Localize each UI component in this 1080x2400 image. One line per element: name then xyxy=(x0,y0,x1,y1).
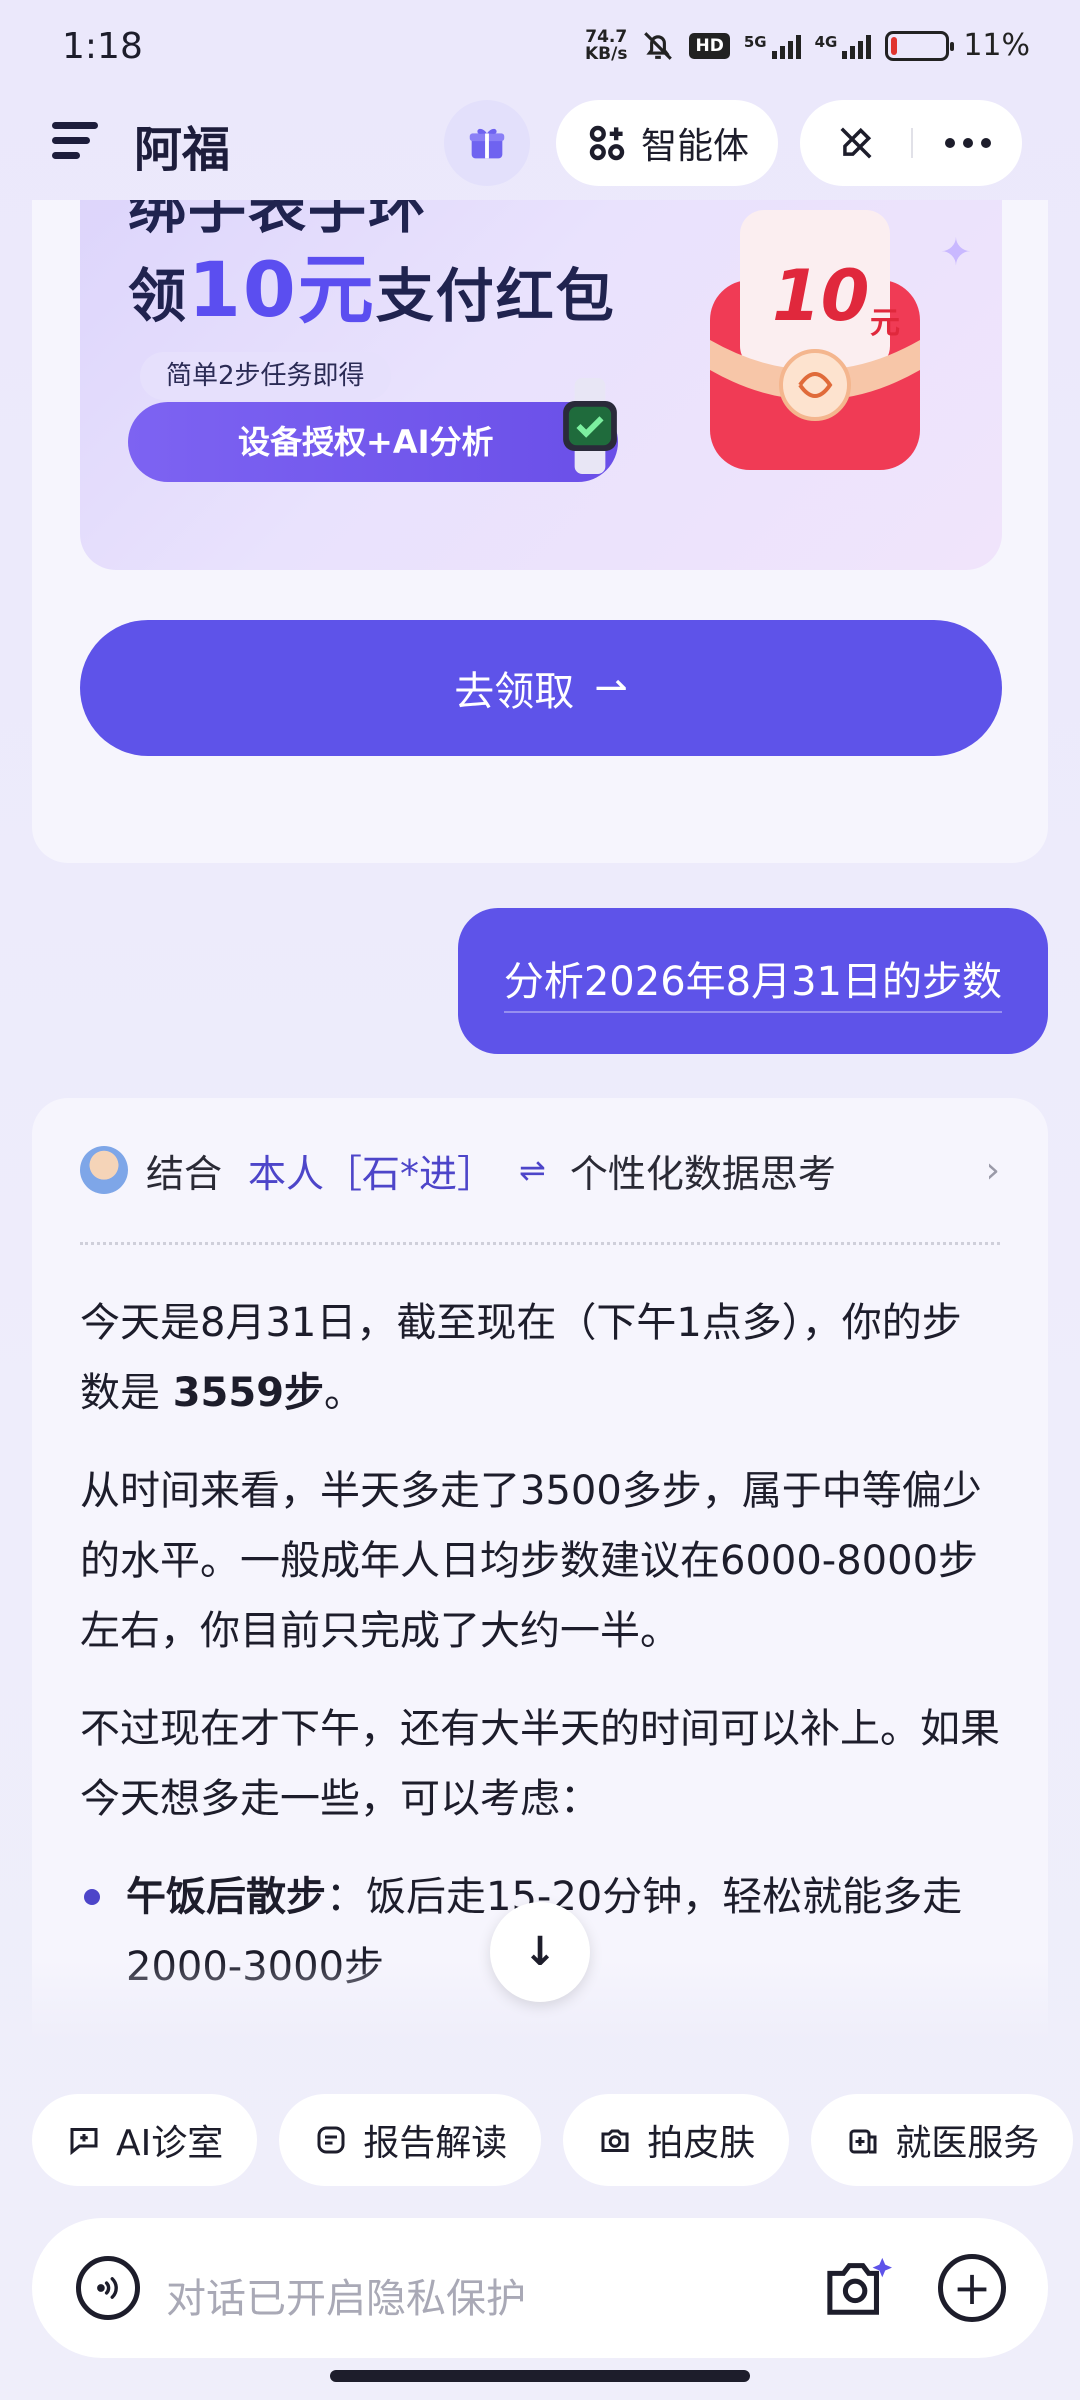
voice-wave-icon xyxy=(97,2277,118,2299)
camera-icon xyxy=(601,2129,629,2152)
gift-icon xyxy=(469,128,505,159)
app-header: 阿福 智能体 xyxy=(0,96,1080,204)
banner-tag: 简单2步任务即得 xyxy=(140,352,391,400)
link-arrows-icon: ⇌ xyxy=(519,1151,546,1189)
quick-actions: AI诊室 报告解读 拍皮肤 就医服务 xyxy=(32,2094,1080,2186)
battery-icon xyxy=(885,30,955,61)
chat-scroll-area[interactable]: 绑手表手环 领10元支付红包 简单2步任务即得 设备授权+AI分析 10 元 ✦… xyxy=(0,200,1080,2040)
app-title: 阿福 xyxy=(134,122,231,178)
chip-medical-service[interactable]: 就医服务 xyxy=(811,2094,1074,2186)
promo-banner[interactable]: 绑手表手环 领10元支付红包 简单2步任务即得 设备授权+AI分析 10 元 ✦… xyxy=(80,200,1002,570)
chip-ai-clinic[interactable]: AI诊室 xyxy=(32,2094,258,2186)
message-input[interactable]: 对话已开启隐私保护 xyxy=(166,2266,526,2324)
net-speed: 74.7 KB/s xyxy=(585,26,628,64)
hd-badge: HD xyxy=(689,32,730,59)
hospital-icon xyxy=(849,2129,877,2154)
pen-off-icon xyxy=(840,127,871,159)
banner-headline-2: 领10元支付红包 xyxy=(128,245,616,334)
gift-button[interactable] xyxy=(444,100,530,186)
answer-paragraph: 今天是8月31日，截至现在（下午1点多），你的步数是 3559步。 xyxy=(80,1300,962,1416)
voice-input-button[interactable] xyxy=(76,2256,140,2320)
header-actions xyxy=(800,100,1022,186)
chevron-right-icon: › xyxy=(985,1150,1000,1191)
packet-amount: 10 xyxy=(772,255,870,337)
smartwatch-icon xyxy=(563,378,617,474)
arrow-right-icon: ⇀ xyxy=(594,665,628,711)
agent-button[interactable]: 智能体 xyxy=(556,100,778,186)
home-indicator[interactable] xyxy=(330,2370,750,2382)
add-attachment-button[interactable]: + xyxy=(938,2254,1006,2322)
sparkle-icon: ✦ xyxy=(940,230,972,274)
scroll-to-bottom-button[interactable]: ↓ xyxy=(490,1902,590,2002)
status-icons: 74.7 KB/s HD 5G 4G 11% xyxy=(585,28,1030,63)
avatar xyxy=(80,1146,128,1194)
promo-card: 绑手表手环 领10元支付红包 简单2步任务即得 设备授权+AI分析 10 元 ✦… xyxy=(32,200,1048,863)
bell-off-icon xyxy=(644,31,673,60)
packet-unit: 元 xyxy=(870,306,900,341)
more-icon[interactable] xyxy=(913,138,1022,148)
chip-photo-skin[interactable]: 拍皮肤 xyxy=(563,2094,790,2186)
chat-plus-icon xyxy=(70,2128,98,2156)
user-message-text: 分析2026年8月31日的步数 xyxy=(503,949,1002,1013)
plus-icon: + xyxy=(952,2261,992,2315)
status-time: 1:18 xyxy=(62,26,143,67)
battery-fill xyxy=(891,36,898,55)
signal-4g-icon: 4G xyxy=(815,33,872,59)
privacy-toggle-button[interactable] xyxy=(800,124,911,162)
user-message-bubble[interactable]: 分析2026年8月31日的步数 xyxy=(457,908,1048,1054)
assistant-answer-card: 结合 本人［石*进］ ⇌ 个性化数据思考 › 今天是8月31日，截至现在（下午1… xyxy=(32,1098,1048,2040)
answer-paragraph: 从时间来看，半天多走了3500多步，属于中等偏少的水平。一般成年人日均步数建议在… xyxy=(80,1468,982,1654)
ai-camera-icon[interactable] xyxy=(824,2254,894,2320)
claim-button[interactable]: 去领取 ⇀ xyxy=(80,620,1002,756)
agent-grid-icon xyxy=(589,125,625,161)
input-bar: 对话已开启隐私保护 + xyxy=(32,2218,1048,2358)
banner-cta: 设备授权+AI分析 xyxy=(128,402,618,482)
answer-text: 今天是8月31日，截至现在（下午1点多），你的步数是 3559步。 从时间来看，… xyxy=(80,1288,1000,2002)
arrow-down-icon: ↓ xyxy=(523,1929,557,1975)
status-bar: 1:18 74.7 KB/s HD 5G 4G 11% xyxy=(0,0,1080,96)
thinking-source-row[interactable]: 结合 本人［石*进］ ⇌ 个性化数据思考 › xyxy=(80,1142,1000,1198)
battery-percent: 11% xyxy=(963,28,1030,63)
report-icon xyxy=(317,2126,345,2154)
app-screen: 1:18 74.7 KB/s HD 5G 4G 11% 阿福 智能体 绑手表手环… xyxy=(0,0,1080,2400)
data-owner-name: 本人［石*进］ xyxy=(248,1151,496,1196)
answer-paragraph: 不过现在才下午，还有大半天的时间可以补上。如果今天想多走一些，可以考虑： xyxy=(80,1706,1000,1822)
agent-label: 智能体 xyxy=(640,126,749,167)
bullet-icon xyxy=(84,1889,100,1905)
divider xyxy=(80,1242,1000,1245)
chip-report-reading[interactable]: 报告解读 xyxy=(279,2094,542,2186)
signal-5g-icon: 5G xyxy=(744,33,801,59)
menu-icon[interactable] xyxy=(52,122,98,162)
